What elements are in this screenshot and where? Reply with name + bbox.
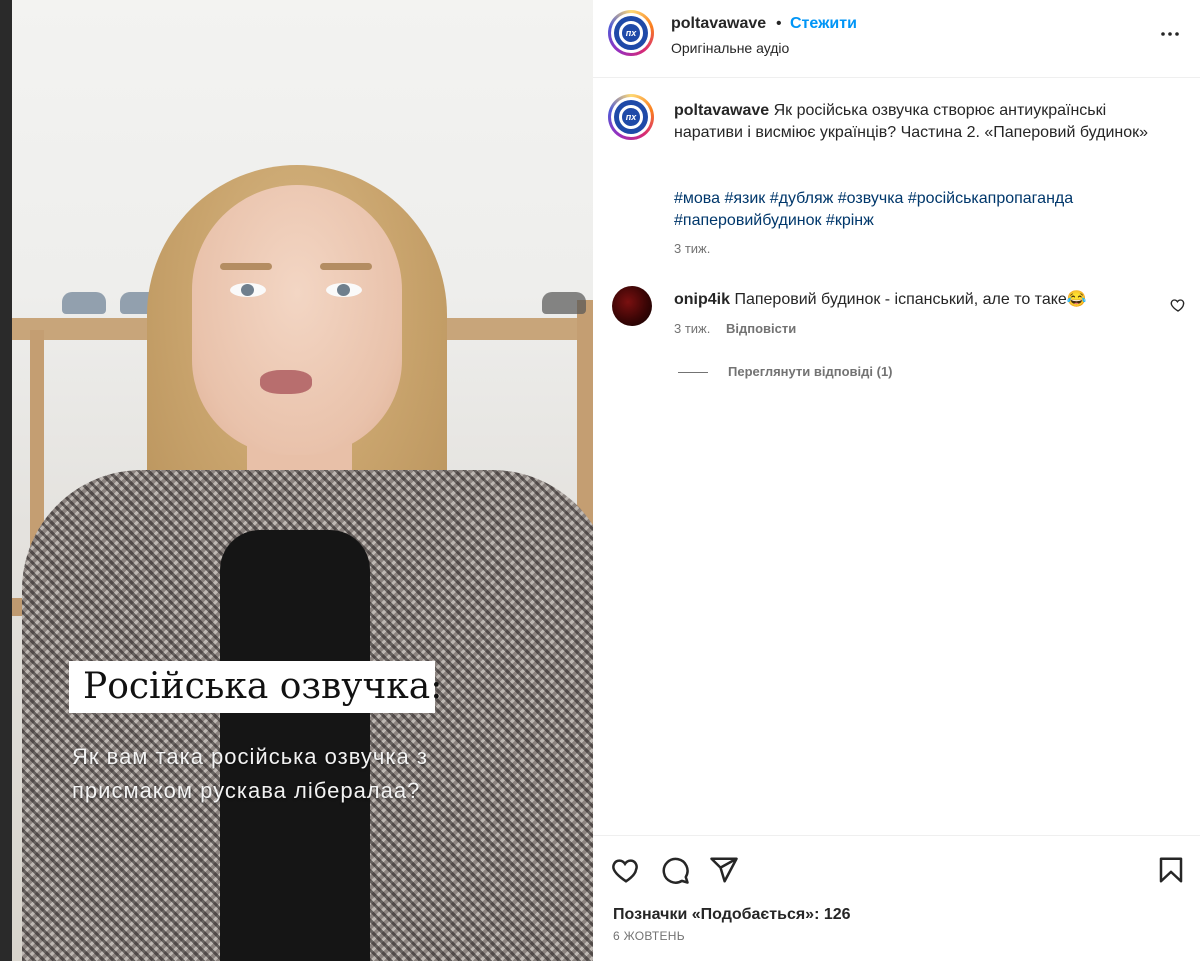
comment-icon[interactable] — [660, 855, 690, 885]
video-title-text: Російська озвучка: — [83, 666, 443, 707]
caption-timestamp: 3 тиж. — [674, 241, 711, 256]
video-subtitle-overlay: Як вам така російська озвучка з присмако… — [72, 744, 428, 803]
presenter-eye — [230, 283, 266, 297]
presenter-face — [192, 185, 402, 455]
post-actions: Позначки «Подобається»: 126 6 ЖОВТЕНЬ — [593, 835, 1200, 961]
reply-button[interactable]: Відповісти — [726, 321, 796, 336]
background-object — [542, 292, 586, 314]
bookmark-icon[interactable] — [1156, 855, 1186, 885]
separator-dot: • — [776, 15, 782, 32]
caption-hashtags[interactable]: #мова #язик #дубляж #озвучка #російськап… — [674, 188, 1164, 232]
follow-button[interactable]: Стежити — [790, 15, 857, 33]
video-title-overlay: Російська озвучка: — [69, 661, 442, 713]
audio-link[interactable]: Оригінальне аудіо — [671, 40, 789, 56]
header-username-link[interactable]: poltavawave — [671, 15, 766, 33]
share-icon[interactable] — [709, 855, 739, 885]
more-horizontal-icon[interactable] — [1158, 22, 1182, 46]
post-details-panel: пх poltavawave • Стежити Оригінальне ауд… — [593, 0, 1200, 961]
comment-meta: 3 тиж. Відповісти — [674, 321, 796, 336]
comment-like-heart-icon[interactable] — [1170, 297, 1186, 313]
post-date: 6 ЖОВТЕНЬ — [613, 929, 685, 943]
window-edge — [0, 0, 12, 961]
caption-username-link[interactable]: poltavawave — [674, 102, 769, 119]
comment-body: Паперовий будинок - іспанський, але то т… — [734, 291, 1087, 308]
presenter-brow — [320, 263, 372, 270]
caption-avatar[interactable]: пх — [608, 94, 654, 140]
replies-divider — [678, 372, 708, 373]
presenter-eye — [326, 283, 362, 297]
heart-icon[interactable] — [611, 855, 641, 885]
likes-count[interactable]: Позначки «Подобається»: 126 — [613, 906, 851, 924]
caption-text: poltavawave Як російська озвучка створює… — [674, 100, 1164, 144]
avatar-logo-text: пх — [619, 21, 643, 45]
view-replies-button[interactable]: Переглянути відповіді (1) — [728, 364, 893, 379]
presenter-mouth — [260, 370, 312, 394]
comment-username-link[interactable]: onip4ik — [674, 291, 730, 308]
avatar-logo-text: пх — [619, 105, 643, 129]
avatar[interactable]: пх — [608, 10, 654, 56]
post-header: пх poltavawave • Стежити Оригінальне ауд… — [593, 0, 1200, 78]
background-object — [62, 292, 106, 314]
comment-avatar[interactable] — [612, 286, 652, 326]
post-media-video[interactable]: Російська озвучка: Як вам така російська… — [12, 0, 593, 961]
presenter-brow — [220, 263, 272, 270]
comment-timestamp: 3 тиж. — [674, 321, 711, 336]
comment-text: onip4ik Паперовий будинок - іспанський, … — [674, 289, 1087, 309]
